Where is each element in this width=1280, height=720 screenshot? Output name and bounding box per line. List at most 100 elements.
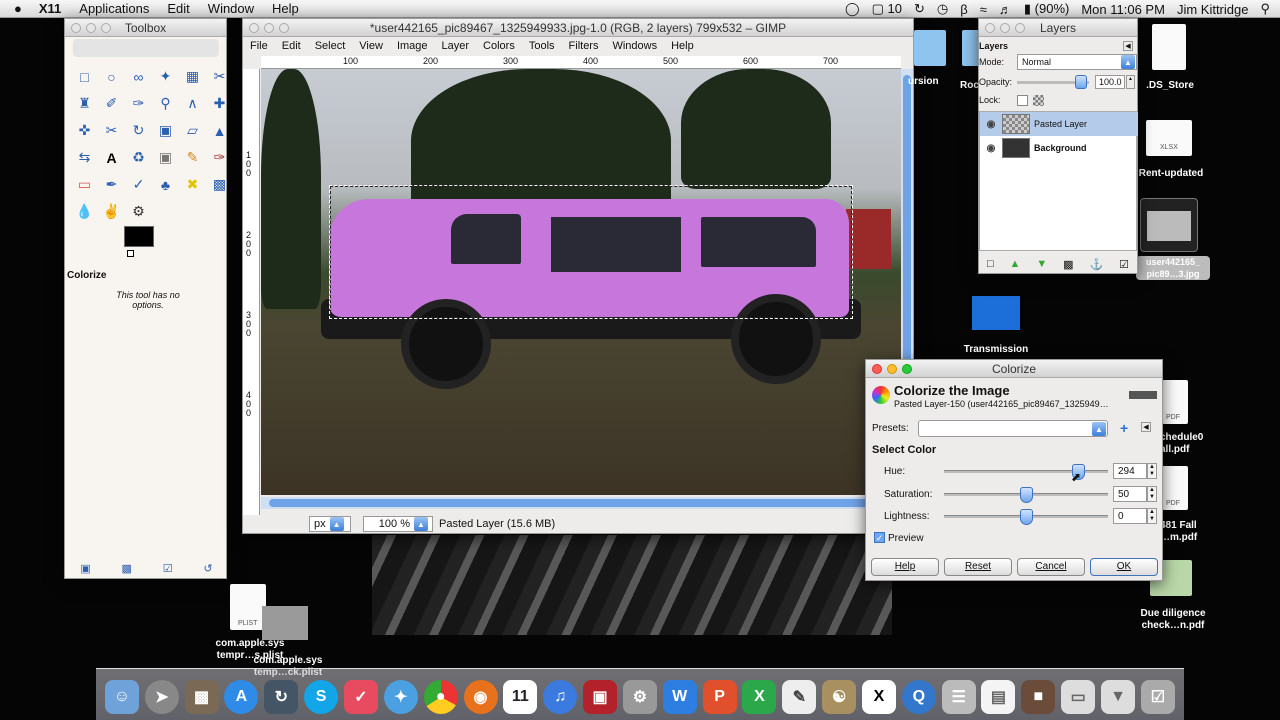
desktop-item-label[interactable]: Roc bbox=[960, 80, 979, 92]
unit-select[interactable]: px ▲ bbox=[309, 516, 351, 532]
menu-view[interactable]: View bbox=[352, 40, 390, 52]
menu-filters[interactable]: Filters bbox=[562, 40, 606, 52]
scale-icon[interactable]: ▣ bbox=[152, 117, 179, 144]
menu-image[interactable]: Image bbox=[390, 40, 435, 52]
rect-select-icon[interactable]: □ bbox=[71, 63, 98, 90]
menu-colors[interactable]: Colors bbox=[476, 40, 522, 52]
menu-edit[interactable]: Edit bbox=[158, 1, 198, 16]
script-icon[interactable]: ☰ bbox=[941, 680, 976, 714]
restore-options-icon[interactable]: ▩ bbox=[122, 562, 132, 575]
app-store-icon[interactable]: A bbox=[224, 680, 259, 714]
image-file-icon[interactable] bbox=[1140, 198, 1198, 252]
word-icon[interactable]: W bbox=[662, 680, 697, 714]
smudge-icon[interactable]: ✌ bbox=[98, 198, 125, 225]
itunes-icon[interactable]: ♫ bbox=[543, 680, 578, 714]
lightness-slider[interactable] bbox=[944, 509, 1108, 525]
folder-icon[interactable]: ■ bbox=[1021, 680, 1056, 714]
eye-icon[interactable]: ◉ bbox=[980, 119, 1002, 130]
selection-marquee[interactable] bbox=[329, 185, 853, 319]
bucket-fill-icon[interactable]: ♻ bbox=[125, 144, 152, 171]
toolbox-titlebar[interactable]: Toolbox bbox=[65, 19, 226, 37]
panel-menu-icon[interactable]: ◀ bbox=[1123, 41, 1133, 51]
dodge-burn-icon[interactable]: ⚙ bbox=[125, 198, 152, 225]
horizontal-ruler[interactable]: 100 200 300 400 500 600 700 bbox=[261, 56, 901, 69]
lower-layer-icon[interactable]: ▼ bbox=[1036, 258, 1047, 270]
image-canvas[interactable] bbox=[261, 69, 901, 495]
ellipse-select-icon[interactable]: ○ bbox=[98, 63, 125, 90]
airbrush-icon[interactable]: ✒ bbox=[98, 171, 125, 198]
zoom-tool-icon[interactable]: ⚲ bbox=[152, 90, 179, 117]
trash-icon[interactable]: ☑ bbox=[1140, 680, 1175, 714]
hue-stepper[interactable]: ▲ ▼ bbox=[1147, 463, 1157, 479]
wifi-icon[interactable]: ≈ bbox=[980, 2, 987, 17]
menu-window[interactable]: Window bbox=[199, 1, 263, 16]
menu-help[interactable]: Help bbox=[263, 1, 308, 16]
shear-icon[interactable]: ▱ bbox=[179, 117, 206, 144]
reset-options-icon[interactable]: ↺ bbox=[203, 562, 212, 575]
opacity-stepper[interactable]: ▲ bbox=[1126, 75, 1135, 89]
headphones-icon[interactable]: ◯ bbox=[845, 1, 860, 17]
sound-icon[interactable]: ♬ bbox=[999, 2, 1012, 17]
perspective-clone-icon[interactable]: ▩ bbox=[206, 171, 233, 198]
chrome-icon[interactable]: ● bbox=[423, 680, 458, 714]
firefox-icon[interactable]: ◉ bbox=[463, 680, 498, 714]
menu-select[interactable]: Select bbox=[308, 40, 353, 52]
blur-icon[interactable]: 💧 bbox=[71, 198, 98, 225]
foreground-select-icon[interactable]: ♜ bbox=[71, 90, 98, 117]
measure-icon[interactable]: ∧ bbox=[179, 90, 206, 117]
finder-icon[interactable]: ☺ bbox=[104, 680, 139, 714]
move-icon[interactable]: ✚ bbox=[206, 90, 233, 117]
powerpoint-icon[interactable]: P bbox=[702, 680, 737, 714]
spreadsheet-icon[interactable]: XLSX bbox=[1146, 120, 1192, 156]
layer-name[interactable]: Pasted Layer bbox=[1034, 119, 1087, 129]
scissors-icon[interactable]: ✂ bbox=[206, 63, 233, 90]
save-options-icon[interactable]: ▣ bbox=[80, 562, 90, 575]
document-icon[interactable]: ▤ bbox=[981, 680, 1016, 714]
desktop-item-label[interactable]: Transmission bbox=[956, 344, 1036, 356]
desktop-item-label[interactable]: Due diligence check…n.pdf bbox=[1128, 608, 1218, 632]
preset-menu-icon[interactable]: ◀ bbox=[1141, 422, 1151, 432]
anchor-icon[interactable]: ⚓ bbox=[1089, 258, 1103, 271]
ok-button[interactable]: OK bbox=[1090, 558, 1158, 576]
pencil-icon[interactable]: ✎ bbox=[179, 144, 206, 171]
fuzzy-select-icon[interactable]: ✦ bbox=[152, 63, 179, 90]
opacity-input[interactable]: 100.0 bbox=[1095, 75, 1125, 89]
time-machine-icon[interactable]: ◷ bbox=[937, 1, 948, 17]
desktop-item-label[interactable]: .DS_Store bbox=[1140, 80, 1200, 92]
quicktime-icon[interactable]: Q bbox=[901, 680, 936, 714]
dashboard-icon[interactable]: ▩ bbox=[184, 680, 219, 714]
saturation-input[interactable]: 50 bbox=[1113, 486, 1147, 502]
lock-alpha-icon[interactable] bbox=[1033, 95, 1044, 106]
apple-icon[interactable]: ● bbox=[0, 1, 30, 16]
paintbrush-icon[interactable]: ✑ bbox=[206, 144, 233, 171]
colorize-titlebar[interactable]: Colorize bbox=[866, 360, 1162, 378]
gimp-icon[interactable]: ☯ bbox=[822, 680, 857, 714]
delete-layer-icon[interactable]: ☑ bbox=[1119, 258, 1129, 271]
launchpad-icon[interactable]: ➤ bbox=[144, 680, 179, 714]
lock-pixels-checkbox[interactable] bbox=[1017, 95, 1028, 106]
photo-booth-icon[interactable]: ▣ bbox=[583, 680, 618, 714]
desktop-item-label[interactable]: Rent-updated bbox=[1136, 168, 1206, 180]
presets-select[interactable]: ▲ bbox=[918, 420, 1108, 437]
vertical-ruler[interactable]: 1 0 0 2 0 0 3 0 0 4 0 0 bbox=[243, 69, 260, 515]
align-icon[interactable]: ✜ bbox=[71, 117, 98, 144]
menu-app-x11[interactable]: X11 bbox=[30, 1, 70, 16]
desktop-item-label[interactable]: chedule0 all.pdf bbox=[1160, 432, 1206, 456]
menu-file[interactable]: File bbox=[243, 40, 275, 52]
plist-icon[interactable]: PLIST bbox=[230, 584, 266, 630]
crop-icon[interactable]: ✂ bbox=[98, 117, 125, 144]
menu-applications[interactable]: Applications bbox=[70, 1, 158, 16]
excel-icon[interactable]: X bbox=[742, 680, 777, 714]
eye-icon[interactable]: ◉ bbox=[980, 143, 1002, 154]
cancel-button[interactable]: Cancel bbox=[1017, 558, 1085, 576]
layers-titlebar[interactable]: Layers bbox=[979, 19, 1137, 37]
duplicate-layer-icon[interactable]: ▩ bbox=[1063, 258, 1073, 271]
lightness-stepper[interactable]: ▲ ▼ bbox=[1147, 508, 1157, 524]
desktop-item-label[interactable]: user442165_ pic89…3.jpg bbox=[1136, 256, 1210, 280]
spotlight-icon[interactable]: ⚲ bbox=[1260, 1, 1270, 17]
saturation-stepper[interactable]: ▲ ▼ bbox=[1147, 486, 1157, 502]
perspective-icon[interactable]: ▲ bbox=[206, 117, 233, 144]
lasso-icon[interactable]: ∞ bbox=[125, 63, 152, 90]
scroll-thumb[interactable] bbox=[269, 499, 889, 507]
pdf-icon[interactable]: PDF bbox=[1162, 380, 1188, 424]
